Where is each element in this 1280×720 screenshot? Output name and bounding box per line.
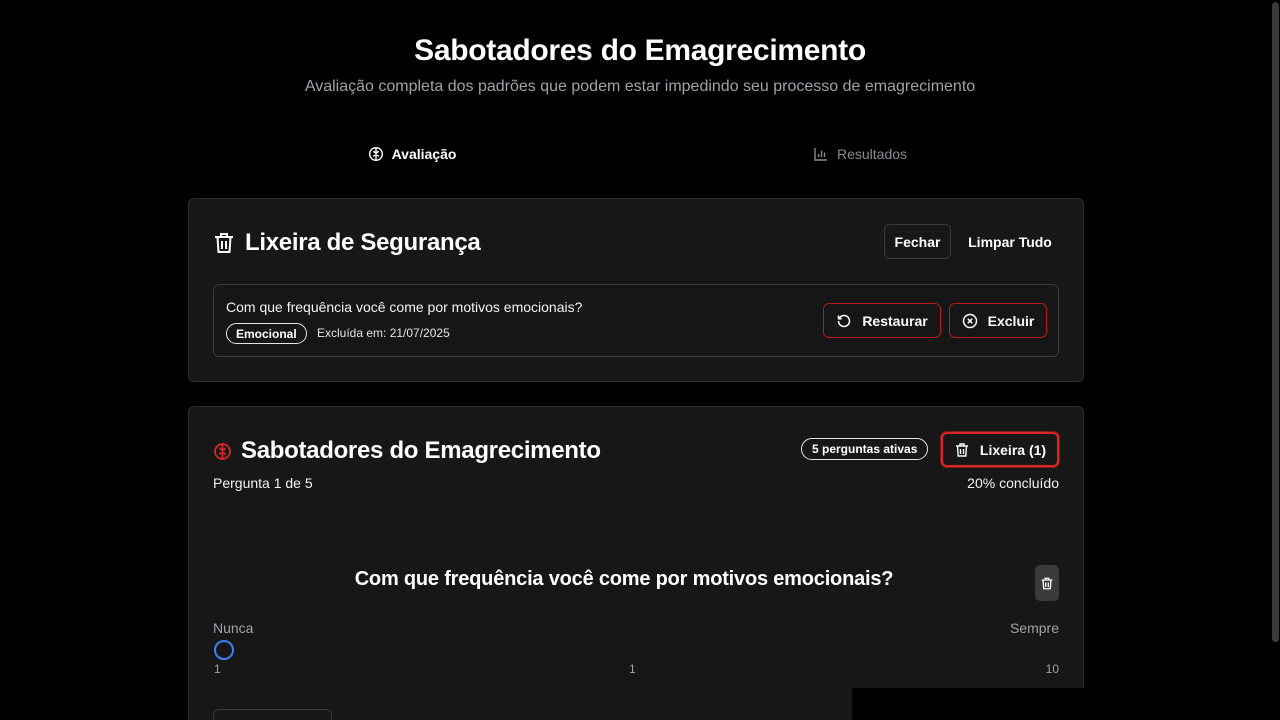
question-text: Com que frequência você come por motivos… [354,568,894,590]
scale-tick-current: 1 [629,662,636,676]
restore-label: Restaurar [862,312,928,329]
scale-max-label: Sempre [1009,620,1059,636]
tab-resultados[interactable]: Resultados [636,140,1084,168]
scale-slider-thumb[interactable] [214,640,234,660]
scale-min-label: Nunca [213,620,254,636]
trash-panel: Lixeira de Segurança Fechar Limpar Tudo … [188,198,1084,382]
open-trash-label: Lixeira (1) [979,441,1047,458]
delete-label: Excluir [987,312,1035,329]
scale-tick-max: 10 [1045,662,1059,676]
brain-icon [214,442,231,460]
clear-all-button[interactable]: Limpar Tudo [963,224,1057,259]
close-trash-button[interactable]: Fechar [884,224,951,259]
trash-item-question: Com que frequência você come por motivos… [226,299,583,315]
overlay-panel [852,688,1280,720]
scale-tick-min: 1 [214,662,221,676]
restore-icon [838,314,851,327]
trash-icon [215,233,233,253]
active-questions-badge: 5 perguntas ativas [801,438,929,460]
restore-button[interactable]: Restaurar [823,303,941,338]
open-trash-button[interactable]: Lixeira (1) [941,432,1059,467]
category-badge: Emocional [226,323,307,344]
trash-panel-title: Lixeira de Segurança [213,229,481,257]
assessment-title-text: Sabotadores do Emagrecimento [241,437,601,464]
page-title: Sabotadores do Emagrecimento [414,34,866,67]
question-counter: Pergunta 1 de 5 [213,475,313,491]
navigation-button[interactable] [213,709,332,720]
brain-icon [368,146,383,162]
progress-percent: 20% concluído [967,475,1059,491]
assessment-panel: Sabotadores do Emagrecimento 5 perguntas… [188,406,1084,720]
delete-question-button[interactable] [1035,565,1059,601]
page-subtitle: Avaliação completa dos padrões que podem… [304,78,976,95]
scrollbar-thumb[interactable] [1272,2,1279,642]
page-scrollbar[interactable] [1271,0,1280,720]
trash-icon [955,442,968,457]
trash-item: Com que frequência você come por motivos… [213,284,1059,357]
delete-permanently-button[interactable]: Excluir [949,303,1047,338]
tab-avaliacao-label: Avaliação [391,146,457,162]
tab-bar: Avaliação Resultados [188,140,1084,168]
tab-avaliacao[interactable]: Avaliação [188,140,636,168]
tab-resultados-label: Resultados [836,146,908,162]
trash-icon [1041,577,1053,589]
bar-chart-icon [814,148,827,161]
page-header: Sabotadores do Emagrecimento Avaliação c… [0,33,1280,97]
deleted-date: Excluída em: 21/07/2025 [317,326,450,340]
x-circle-icon [962,313,977,328]
trash-title-text: Lixeira de Segurança [245,229,481,256]
assessment-title: Sabotadores do Emagrecimento [213,437,601,465]
